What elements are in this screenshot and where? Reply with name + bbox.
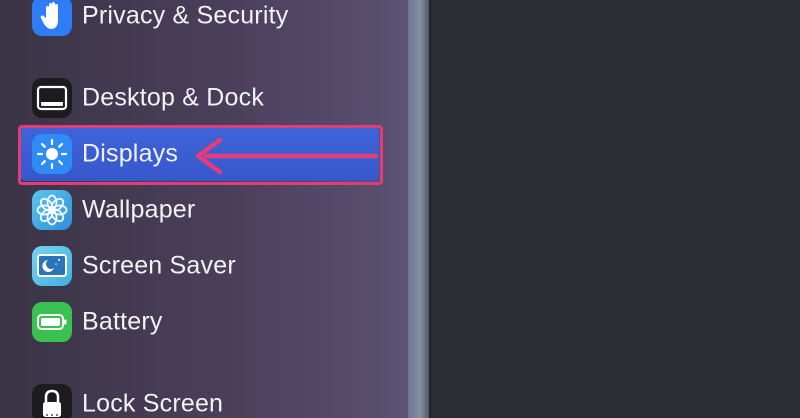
battery-icon: [32, 302, 72, 342]
sidebar-item-desktop-dock[interactable]: Desktop & Dock: [0, 70, 408, 126]
sidebar-item-screen-saver[interactable]: Screen Saver: [0, 238, 408, 294]
sidebar-item-lock-screen[interactable]: Lock Screen: [0, 376, 408, 418]
sidebar-item-label: Privacy & Security: [82, 1, 289, 30]
content-pane: [431, 0, 800, 418]
flower-icon: [32, 190, 72, 230]
lock-icon: [32, 384, 72, 418]
annotation-arrow-icon: [195, 137, 379, 175]
sidebar-item-label: Battery: [82, 307, 163, 336]
sidebar-item-privacy-security[interactable]: Privacy & Security: [0, 0, 408, 44]
hand-icon: [32, 0, 72, 36]
dock-icon: [32, 78, 72, 118]
system-settings-window: Privacy & Security Desktop & Dock Displa…: [0, 0, 800, 418]
sidebar-item-label: Lock Screen: [82, 389, 224, 418]
sidebar-item-battery[interactable]: Battery: [0, 294, 408, 350]
sidebar-item-label: Desktop & Dock: [82, 83, 265, 112]
sidebar-item-wallpaper[interactable]: Wallpaper: [0, 182, 408, 238]
sidebar-item-label: Screen Saver: [82, 251, 236, 280]
screen-saver-icon: [32, 246, 72, 286]
sidebar: Privacy & Security Desktop & Dock Displa…: [0, 0, 408, 418]
sidebar-scroll-edge: [408, 0, 430, 418]
sidebar-item-label: Wallpaper: [82, 195, 196, 224]
